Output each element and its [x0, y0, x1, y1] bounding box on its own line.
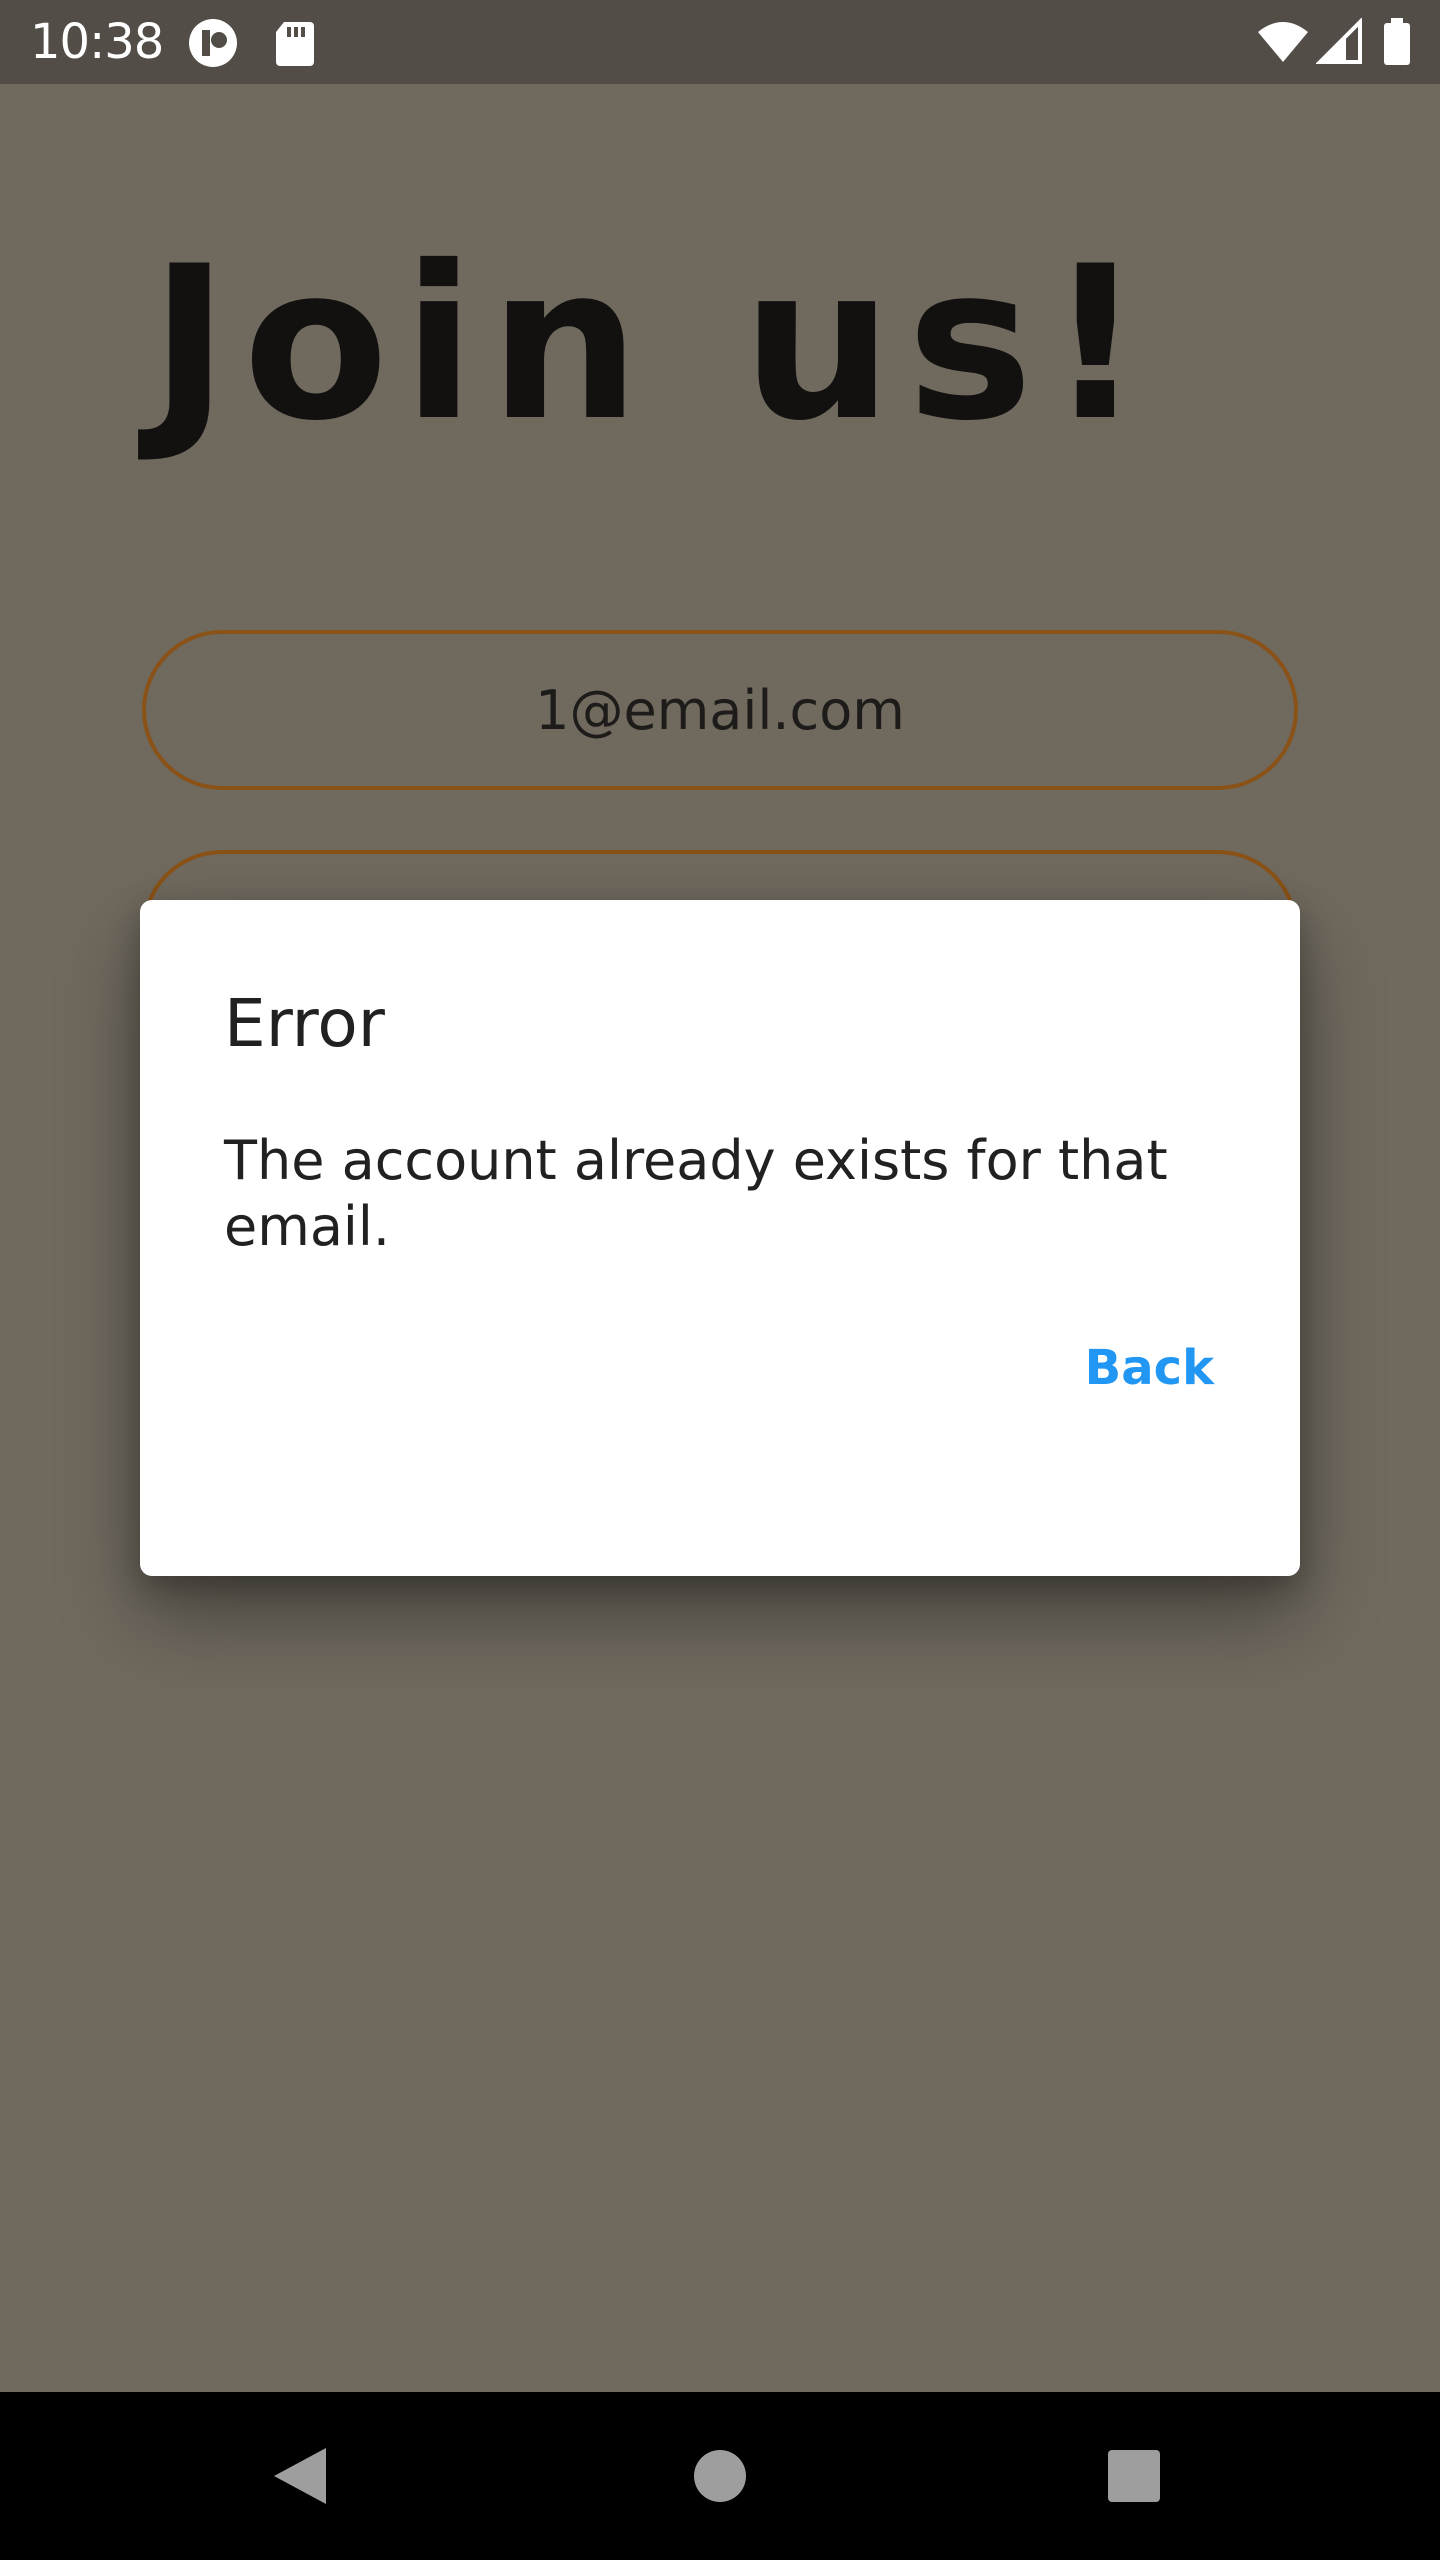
sd-card-icon [270, 18, 320, 68]
dialog-message: The account already exists for that emai… [224, 1129, 1168, 1258]
navigation-bar [0, 2392, 1440, 2560]
recents-icon[interactable] [1094, 2436, 1174, 2516]
error-dialog: Error The account already exists for tha… [140, 900, 1300, 1576]
status-time: 10:38 [30, 14, 164, 70]
dialog-title: Error [224, 985, 385, 1062]
battery-icon [1382, 18, 1412, 68]
home-icon[interactable] [680, 2436, 760, 2516]
status-bar: 10:38 [0, 0, 1440, 84]
wifi-icon [1256, 18, 1310, 68]
email-field[interactable]: 1@email.com [142, 630, 1298, 790]
back-button[interactable]: Back [1079, 1320, 1220, 1416]
back-icon[interactable] [260, 2436, 340, 2516]
page-title: Join us! [150, 220, 1158, 467]
assistant-icon [188, 18, 238, 68]
email-field-value: 1@email.com [535, 678, 905, 742]
cell-signal-icon [1315, 17, 1366, 68]
